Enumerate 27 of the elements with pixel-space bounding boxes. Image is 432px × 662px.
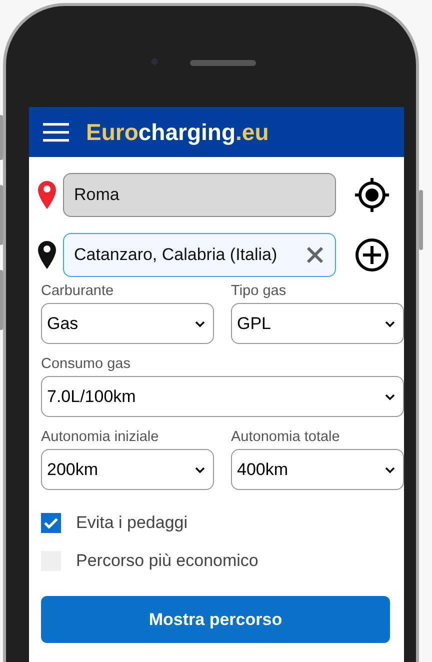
dropdown[interactable]: GPL (231, 303, 404, 344)
location-field[interactable]: Catanzaro, Calabria (Italia) (63, 233, 336, 277)
locate-icon[interactable] (354, 177, 390, 213)
clear-icon[interactable] (305, 245, 325, 265)
dropdown[interactable]: 200km (41, 449, 214, 490)
map-pin-icon (37, 240, 57, 270)
dropdown[interactable]: Gas (41, 303, 214, 344)
chevron-down-icon (385, 320, 395, 328)
checkbox-label: Percorso più economico (76, 551, 258, 571)
field-label: Carburante (41, 283, 115, 299)
chevron-down-icon (195, 320, 205, 328)
dropdown[interactable]: 400km (231, 449, 404, 490)
location-field[interactable]: Roma (63, 173, 336, 217)
checkbox-label: Evita i pedaggi (76, 513, 188, 533)
field-label: Autonomia iniziale (41, 429, 160, 445)
add-icon[interactable] (354, 237, 390, 273)
map-pin-icon (37, 180, 57, 210)
checkbox[interactable] (41, 513, 61, 533)
chevron-down-icon (195, 466, 205, 474)
menu-icon[interactable] (43, 120, 69, 144)
field-label: Autonomia totale (231, 429, 341, 445)
show-route-button[interactable]: Mostra percorso (41, 596, 390, 643)
dropdown[interactable]: 7.0L/100km (41, 376, 404, 417)
field-label: Tipo gas (231, 283, 288, 299)
chevron-down-icon (385, 392, 395, 400)
chevron-down-icon (385, 466, 395, 474)
field-label: Consumo gas (41, 356, 132, 372)
